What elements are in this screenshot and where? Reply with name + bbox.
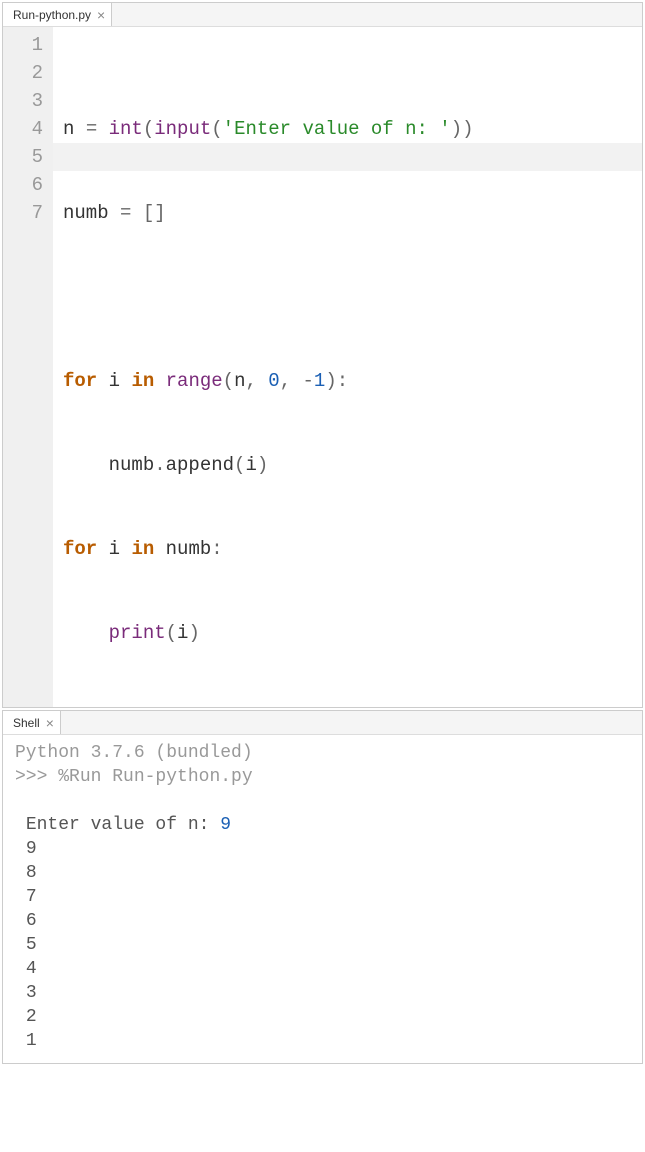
shell-command: %Run Run-python.py (58, 767, 252, 787)
current-line-highlight (53, 143, 642, 171)
shell-output-line: 6 (26, 911, 37, 931)
close-icon[interactable]: × (46, 716, 54, 730)
editor-panel: Run-python.py × 1 2 3 4 5 6 7 n = int(in… (2, 2, 643, 708)
shell-input-prompt: Enter value of n: (26, 815, 220, 835)
code-line[interactable] (63, 283, 632, 311)
close-icon[interactable]: × (97, 8, 105, 22)
shell-output-line: 5 (26, 935, 37, 955)
code-line[interactable]: n = int(input('Enter value of n: ')) (63, 115, 632, 143)
annotation-overlay: OUTPUT (0, 1066, 645, 1152)
shell-output-line: 1 (26, 1031, 37, 1051)
code-line[interactable]: for i in numb: (63, 535, 632, 563)
code-area[interactable]: 1 2 3 4 5 6 7 n = int(input('Enter value… (3, 27, 642, 707)
shell-panel: Shell × Python 3.7.6 (bundled) >>> %Run … (2, 710, 643, 1064)
code-line[interactable]: print(i) (63, 619, 632, 647)
line-number: 7 (19, 199, 43, 227)
shell-version: Python 3.7.6 (bundled) (15, 743, 253, 763)
shell-output-line: 2 (26, 1007, 37, 1027)
shell-output-line: 4 (26, 959, 37, 979)
code-lines[interactable]: n = int(input('Enter value of n: ')) num… (53, 27, 642, 707)
code-line[interactable]: numb = [] (63, 199, 632, 227)
code-line[interactable]: for i in range(n, 0, -1): (63, 367, 632, 395)
shell-tab[interactable]: Shell × (3, 711, 61, 734)
gutter: 1 2 3 4 5 6 7 (3, 27, 53, 707)
line-number: 5 (19, 143, 43, 171)
shell-tab-label: Shell (13, 716, 40, 730)
shell-output-line: 9 (26, 839, 37, 859)
code-line[interactable]: numb.append(i) (63, 451, 632, 479)
shell-output-line: 3 (26, 983, 37, 1003)
shell-tab-bar: Shell × (3, 711, 642, 735)
editor-tab-bar: Run-python.py × (3, 3, 642, 27)
line-number: 2 (19, 59, 43, 87)
line-number: 1 (19, 31, 43, 59)
shell-output-line: 8 (26, 863, 37, 883)
editor-tab-label: Run-python.py (13, 8, 91, 22)
shell-prompt: >>> (15, 767, 47, 787)
shell-content[interactable]: Python 3.7.6 (bundled) >>> %Run Run-pyth… (3, 735, 642, 1063)
line-number: 4 (19, 115, 43, 143)
shell-output-line: 7 (26, 887, 37, 907)
editor-tab[interactable]: Run-python.py × (3, 3, 112, 26)
line-number: 3 (19, 87, 43, 115)
line-number: 6 (19, 171, 43, 199)
shell-input-value: 9 (220, 815, 231, 835)
